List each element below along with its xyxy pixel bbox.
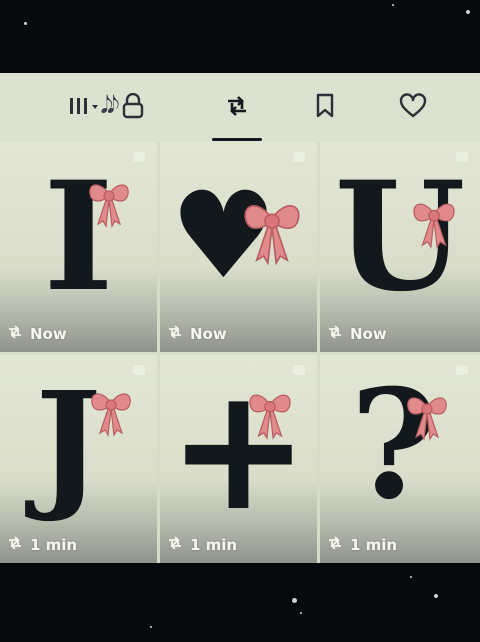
- repost-small-icon: [326, 535, 344, 555]
- profile-panel: 𝅘𝅥𝅮𝅘𝅥𝅮 I Now ♥ Now U Now J 1 min + 1 min…: [0, 73, 480, 563]
- question-glyph: ?: [350, 357, 438, 533]
- grid-item[interactable]: ♥ Now: [160, 142, 317, 352]
- star: [150, 626, 152, 628]
- repost-time: Now: [190, 325, 227, 343]
- star: [410, 576, 412, 578]
- repost-time: Now: [30, 325, 67, 343]
- bookmark-icon: [314, 93, 336, 123]
- screen: { "tabs": { "playlist_icon": "playlist-i…: [0, 0, 480, 642]
- bow-icon: [91, 393, 131, 437]
- repost-meta: 1 min: [6, 535, 77, 555]
- repost-small-icon: [166, 535, 184, 555]
- reposts-grid: I Now ♥ Now U Now J 1 min + 1 min ? 1 mi…: [0, 142, 480, 563]
- bow-icon: [413, 203, 455, 249]
- repost-small-icon: [166, 324, 184, 344]
- bow-icon: [244, 205, 300, 266]
- repost-time: 1 min: [190, 536, 238, 554]
- multi-icon: [293, 152, 305, 162]
- playlist-icon: [67, 94, 101, 122]
- active-tab-indicator: [212, 138, 262, 141]
- repost-meta: 1 min: [326, 535, 397, 555]
- multi-icon: [133, 152, 145, 162]
- heart-icon: [399, 92, 427, 123]
- music-notes-icon: 𝅘𝅥𝅮𝅘𝅥𝅮: [100, 90, 120, 119]
- repost-small-icon: [6, 324, 24, 344]
- star: [392, 4, 394, 6]
- repost-small-icon: [6, 535, 24, 555]
- bow-icon: [249, 394, 291, 440]
- star: [300, 612, 302, 614]
- tab-saved[interactable]: [300, 73, 350, 142]
- repost-time: Now: [350, 325, 387, 343]
- repost-meta: Now: [6, 324, 67, 344]
- tab-bar: 𝅘𝅥𝅮𝅘𝅥𝅮: [0, 73, 480, 142]
- repost-meta: Now: [166, 324, 227, 344]
- repost-meta: Now: [326, 324, 387, 344]
- repost-meta: 1 min: [166, 535, 237, 555]
- grid-item[interactable]: ? 1 min: [320, 355, 480, 563]
- repost-small-icon: [326, 324, 344, 344]
- tab-liked[interactable]: [388, 73, 438, 142]
- tab-reposts[interactable]: [212, 73, 262, 142]
- grid-item[interactable]: I Now: [0, 142, 157, 352]
- grid-item[interactable]: + 1 min: [160, 355, 317, 563]
- repost-time: 1 min: [350, 536, 398, 554]
- letter-glyph: I: [43, 149, 114, 325]
- repost-icon: [223, 92, 251, 124]
- star: [24, 22, 27, 25]
- tab-playlist[interactable]: 𝅘𝅥𝅮𝅘𝅥𝅮: [46, 73, 166, 142]
- bow-icon: [407, 397, 447, 441]
- repost-time: 1 min: [30, 536, 78, 554]
- bow-icon: [89, 184, 129, 228]
- star: [292, 598, 297, 603]
- grid-item[interactable]: J 1 min: [0, 355, 157, 563]
- lock-icon: [121, 92, 145, 123]
- star: [466, 10, 470, 14]
- star: [434, 594, 438, 598]
- grid-item[interactable]: U Now: [320, 142, 480, 352]
